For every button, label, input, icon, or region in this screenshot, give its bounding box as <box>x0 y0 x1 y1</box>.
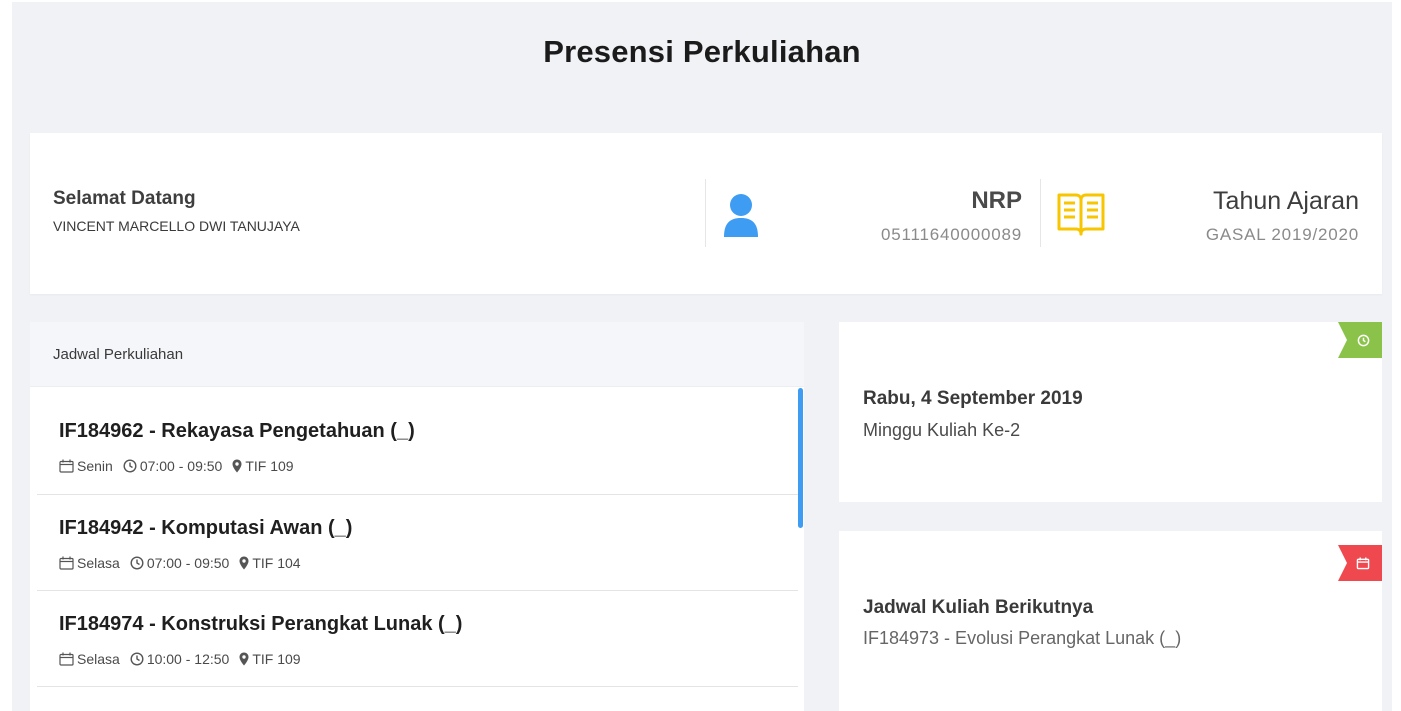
schedule-item[interactable]: IF184974 - Konstruksi Perangkat Lunak (_… <box>37 591 798 687</box>
schedule-panel: Jadwal Perkuliahan IF184962 - Rekayasa P… <box>30 322 804 711</box>
course-meta: Selasa 07:00 - 09:50 TIF 104 <box>59 555 301 571</box>
book-icon <box>1056 191 1106 237</box>
student-name: VINCENT MARCELLO DWI TANUJAYA <box>53 218 300 234</box>
course-room: TIF 104 <box>252 555 301 571</box>
course-title: IF184962 - Rekayasa Pengetahuan (_) <box>59 420 415 442</box>
calendar-icon <box>59 652 74 666</box>
course-time: 10:00 - 12:50 <box>146 651 230 667</box>
course-room: TIF 109 <box>245 458 294 474</box>
course-meta: Selasa 10:00 - 12:50 TIF 109 <box>59 651 301 667</box>
schedule-item[interactable]: IF184942 - Komputasi Awan (_) Selasa 07:… <box>37 495 798 591</box>
clock-icon <box>130 652 144 666</box>
clock-icon <box>130 556 144 570</box>
student-info-card: Selamat Datang VINCENT MARCELLO DWI TANU… <box>30 133 1382 294</box>
calendar-icon <box>59 459 74 473</box>
divider <box>1040 179 1041 247</box>
next-schedule-card: Jadwal Kuliah Berikutnya IF184973 - Evol… <box>839 531 1382 711</box>
course-time: 07:00 - 09:50 <box>139 458 223 474</box>
course-title: IF184974 - Konstruksi Perangkat Lunak (_… <box>59 613 463 635</box>
today-date: Rabu, 4 September 2019 <box>863 388 1083 409</box>
map-marker-icon <box>239 556 249 570</box>
course-day: Selasa <box>77 651 120 667</box>
next-course[interactable]: IF184973 - Evolusi Perangkat Lunak (_) <box>863 628 1181 649</box>
today-card: Rabu, 4 September 2019 Minggu Kuliah Ke-… <box>839 322 1382 502</box>
page: Presensi Perkuliahan Selamat Datang VINC… <box>12 2 1392 711</box>
schedule-header: Jadwal Perkuliahan <box>30 322 804 387</box>
map-marker-icon <box>239 652 249 666</box>
today-ribbon <box>1338 322 1382 358</box>
welcome-title: Selamat Datang <box>53 188 196 209</box>
course-room: TIF 109 <box>252 651 301 667</box>
course-title: IF184942 - Komputasi Awan (_) <box>59 517 353 539</box>
course-day: Selasa <box>77 555 120 571</box>
schedule-item[interactable]: IF184962 - Rekayasa Pengetahuan (_) Seni… <box>37 387 798 495</box>
calendar-icon <box>1356 556 1370 569</box>
next-ribbon <box>1338 545 1382 581</box>
course-meta: Senin 07:00 - 09:50 TIF 109 <box>59 458 294 474</box>
next-schedule-title: Jadwal Kuliah Berikutnya <box>863 597 1094 618</box>
course-time: 07:00 - 09:50 <box>146 555 230 571</box>
page-title: Presensi Perkuliahan <box>543 34 861 69</box>
user-icon <box>722 193 760 239</box>
nrp-value: 05111640000089 <box>880 225 1022 244</box>
divider <box>705 179 706 247</box>
academic-year-label: Tahun Ajaran <box>1213 187 1359 215</box>
nrp-label: NRP <box>971 187 1022 214</box>
clock-icon <box>123 459 137 473</box>
academic-year-value: GASAL 2019/2020 <box>1205 225 1359 244</box>
scrollbar[interactable] <box>798 388 803 528</box>
calendar-icon <box>59 556 74 570</box>
course-day: Senin <box>77 458 113 474</box>
clock-icon <box>1357 334 1369 346</box>
today-week: Minggu Kuliah Ke-2 <box>863 420 1021 440</box>
map-marker-icon <box>232 459 242 473</box>
